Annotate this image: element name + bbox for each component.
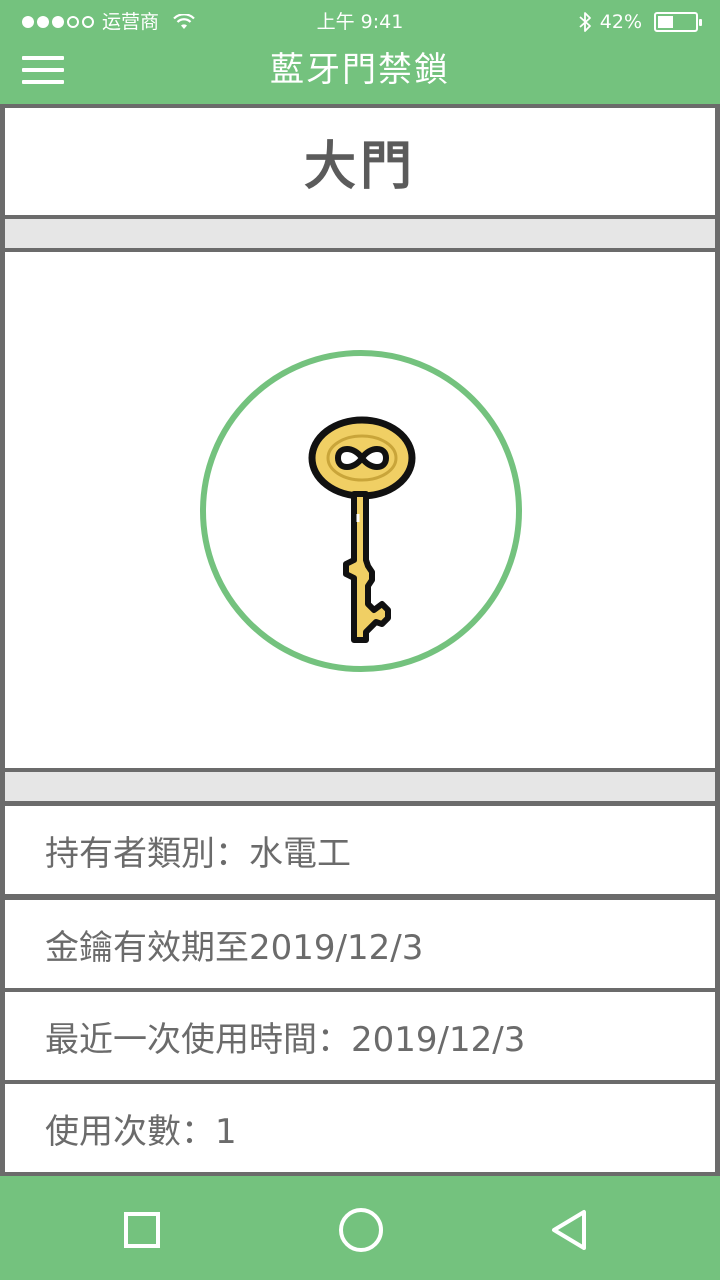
use-count-row: 使用次數：1 xyxy=(5,1084,715,1172)
battery-icon xyxy=(654,12,702,32)
hamburger-menu-icon[interactable] xyxy=(22,52,64,88)
status-right: 42% xyxy=(578,0,702,44)
bluetooth-icon xyxy=(579,12,591,32)
key-valid-until-text: 金鑰有效期至2019/12/3 xyxy=(45,927,424,968)
key-icon xyxy=(308,416,416,643)
unlock-key-button[interactable] xyxy=(200,350,522,672)
holder-type-text: 持有者類別：水電工 xyxy=(45,833,351,874)
circle-home-icon[interactable] xyxy=(337,1206,385,1254)
status-bar: 运营商 上午 9:41 42% xyxy=(0,0,720,44)
holder-type-row: 持有者類別：水電工 xyxy=(5,806,715,894)
last-used-text: 最近一次使用時間：2019/12/3 xyxy=(45,1019,526,1060)
battery-percent: 42% xyxy=(599,11,642,33)
square-recents-icon[interactable] xyxy=(118,1206,166,1254)
door-title-panel: 大門 xyxy=(5,108,715,215)
last-used-row: 最近一次使用時間：2019/12/3 xyxy=(5,992,715,1080)
app-title: 藍牙門禁鎖 xyxy=(270,50,450,90)
divider xyxy=(5,772,715,801)
divider xyxy=(5,219,715,248)
use-count-text: 使用次數：1 xyxy=(45,1111,237,1152)
door-name: 大門 xyxy=(303,137,416,197)
triangle-back-icon[interactable] xyxy=(546,1206,594,1254)
nav-bar: 藍牙門禁鎖 xyxy=(0,44,720,104)
top-bar: 运营商 上午 9:41 42% 藍牙門禁鎖 xyxy=(0,0,720,104)
key-panel xyxy=(5,252,715,768)
system-nav-bar xyxy=(0,1176,720,1280)
key-valid-until-row: 金鑰有效期至2019/12/3 xyxy=(5,900,715,988)
battery-fill xyxy=(658,16,673,28)
